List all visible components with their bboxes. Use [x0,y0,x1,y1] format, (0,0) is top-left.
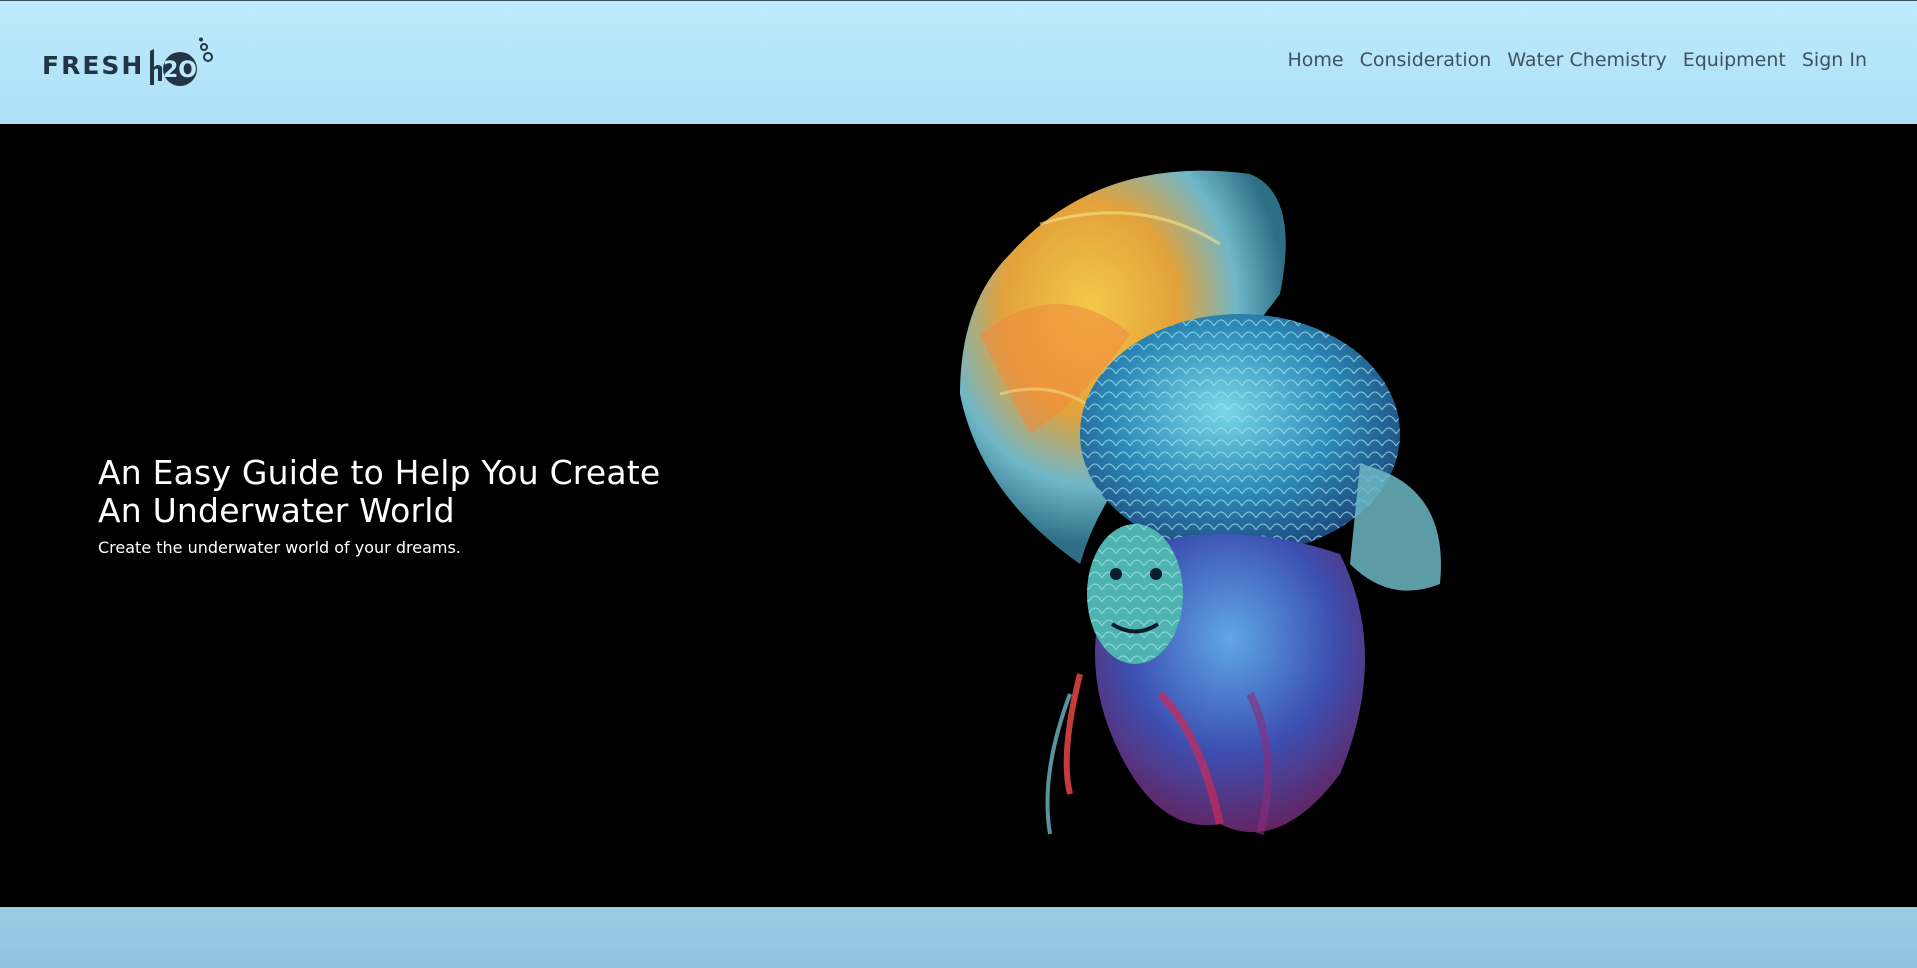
hero-title: An Easy Guide to Help You Create An Unde… [98,454,718,530]
brand-wordmark: FRESH [42,50,145,80]
nav-home[interactable]: Home [1287,49,1343,71]
hero-title-line-2: An Underwater World [98,491,455,530]
brand-logo[interactable]: FRESH 2O [42,37,216,93]
hero-title-line-1: An Easy Guide to Help You Create [98,453,661,492]
nav-consideration[interactable]: Consideration [1360,49,1492,71]
hero-text-block: An Easy Guide to Help You Create An Unde… [98,454,718,558]
nav-equipment[interactable]: Equipment [1683,49,1786,71]
svg-text:2O: 2O [163,58,197,83]
hero-banner: An Easy Guide to Help You Create An Unde… [0,124,1917,907]
site-header: FRESH 2O Home Consideration Water Chemis… [0,0,1917,124]
betta-fish-image [960,170,1441,835]
hero-subtitle: Create the underwater world of your drea… [98,538,461,557]
nav-water-chemistry[interactable]: Water Chemistry [1507,49,1666,71]
nav-sign-in[interactable]: Sign In [1802,49,1867,71]
footer-band [0,907,1917,968]
main-nav: Home Consideration Water Chemistry Equip… [1287,49,1867,71]
h2o-logo-icon: 2O [150,37,214,86]
